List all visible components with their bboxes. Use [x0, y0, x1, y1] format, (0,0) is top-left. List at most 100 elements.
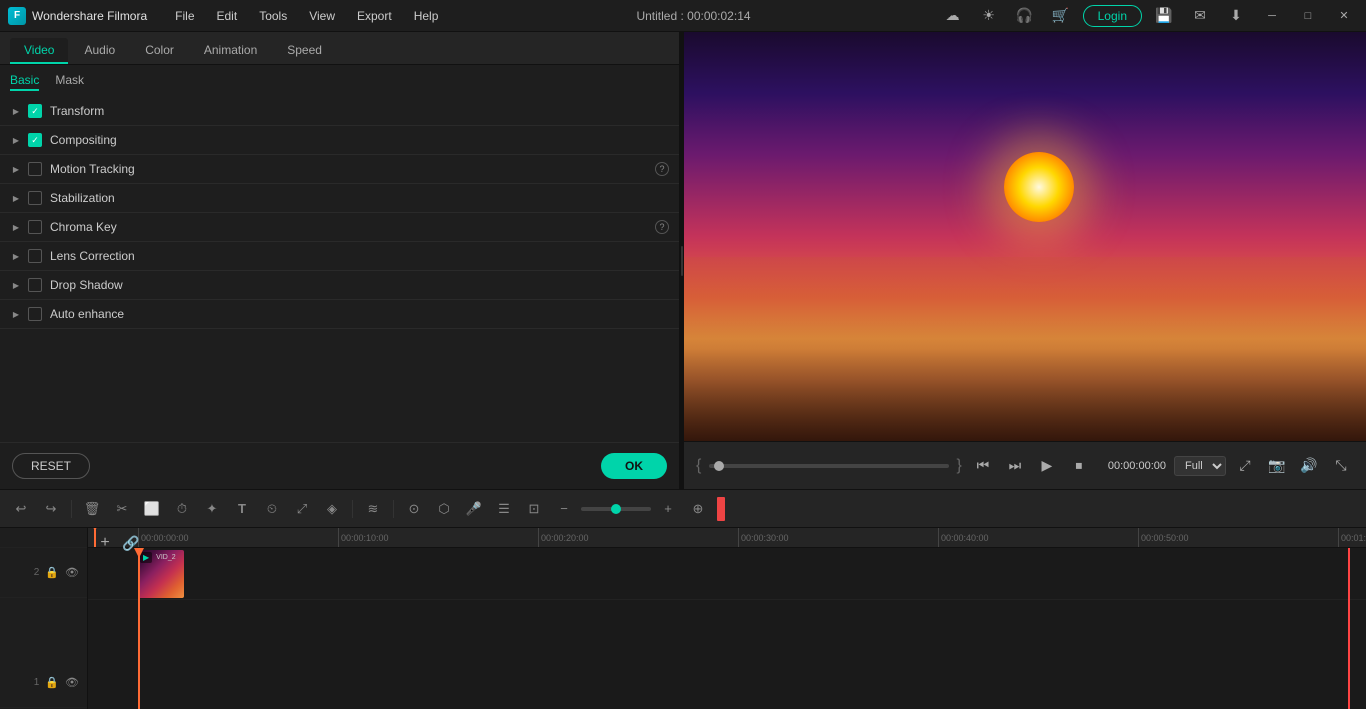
mic-icon[interactable]: 🎤 [461, 496, 487, 522]
delete-button[interactable]: 🗑 [79, 496, 105, 522]
volume-icon[interactable]: 🔊 [1296, 453, 1322, 479]
menu-edit[interactable]: Edit [207, 5, 248, 27]
fullscreen-icon[interactable]: ⤡ [1328, 453, 1354, 479]
checkbox-drop-shadow[interactable] [28, 278, 42, 292]
mail-icon[interactable]: ✉ [1186, 5, 1214, 27]
tab-video[interactable]: Video [10, 38, 68, 64]
label-auto-enhance: Auto enhance [50, 307, 669, 321]
preview-reflection [684, 257, 1366, 441]
zoom-slider[interactable] [581, 507, 651, 511]
checkbox-chroma-key[interactable] [28, 220, 42, 234]
property-lens-correction[interactable]: ▶ Lens Correction [0, 242, 679, 271]
frame-forward-button[interactable]: ⏭ [1002, 453, 1028, 479]
shield-icon[interactable]: ⬡ [431, 496, 457, 522]
menu-view[interactable]: View [299, 5, 345, 27]
ok-button[interactable]: OK [601, 453, 667, 479]
screen-size-icon[interactable]: ⤢ [1232, 453, 1258, 479]
zoom-in-btn[interactable]: + [655, 496, 681, 522]
property-transform[interactable]: ▶ Transform [0, 97, 679, 126]
audio-button[interactable]: ≋ [360, 496, 386, 522]
save-icon[interactable]: 💾 [1150, 5, 1178, 27]
headset-icon[interactable]: 🎧 [1011, 5, 1039, 27]
ruler-spacer [0, 528, 87, 548]
effect-button[interactable]: ✦ [199, 496, 225, 522]
tab-animation[interactable]: Animation [190, 38, 271, 64]
property-motion-tracking[interactable]: ▶ Motion Tracking ? [0, 155, 679, 184]
tab-audio[interactable]: Audio [70, 38, 129, 64]
cut-button[interactable]: ✂ [109, 496, 135, 522]
playhead[interactable] [94, 528, 96, 547]
sun-icon[interactable]: ☀ [975, 5, 1003, 27]
checkbox-compositing[interactable] [28, 133, 42, 147]
snapshot-icon[interactable]: 📷 [1264, 453, 1290, 479]
property-chroma-key[interactable]: ▶ Chroma Key ? [0, 213, 679, 242]
titlebar-left: F Wondershare Filmora File Edit Tools Vi… [8, 5, 448, 27]
tab-speed[interactable]: Speed [273, 38, 336, 64]
help-chroma-key-icon[interactable]: ? [655, 220, 669, 234]
play-button[interactable]: ▶ [1034, 453, 1060, 479]
step-back-button[interactable]: ⏮ [970, 453, 996, 479]
timer-button[interactable]: ⏲ [259, 496, 285, 522]
speed-button[interactable]: ⏱ [169, 496, 195, 522]
add-marker-btn[interactable]: ⊕ [685, 496, 711, 522]
project-title: Untitled : 00:00:02:14 [636, 9, 750, 23]
track-content: + 🔗 00:00:00:00 00:00:10:00 00:00:20:00 … [88, 528, 1366, 709]
menu-help[interactable]: Help [404, 5, 449, 27]
menu-tools[interactable]: Tools [249, 5, 297, 27]
ripple-icon[interactable]: ⊙ [401, 496, 427, 522]
timeline-slider[interactable] [709, 464, 948, 468]
property-compositing[interactable]: ▶ Compositing [0, 126, 679, 155]
panel-buttons: RESET OK [0, 442, 679, 489]
reset-button[interactable]: RESET [12, 453, 90, 479]
track-1-lock-icon[interactable]: 🔒 [45, 676, 59, 689]
scale-button[interactable]: ⤢ [289, 496, 315, 522]
label-lens-correction: Lens Correction [50, 249, 669, 263]
bracket-right-icon[interactable]: } [957, 457, 962, 475]
end-marker-btn[interactable] [717, 497, 725, 521]
property-drop-shadow[interactable]: ▶ Drop Shadow [0, 271, 679, 300]
zoom-out-btn[interactable]: − [551, 496, 577, 522]
menu-export[interactable]: Export [347, 5, 402, 27]
ruler-mark-10: 00:00:10:00 [338, 528, 389, 547]
caption-icon[interactable]: ⊡ [521, 496, 547, 522]
text-button[interactable]: T [229, 496, 255, 522]
checkbox-lens-correction[interactable] [28, 249, 42, 263]
download-icon[interactable]: ⬇ [1222, 5, 1250, 27]
subtitle-icon[interactable]: ☰ [491, 496, 517, 522]
login-button[interactable]: Login [1083, 5, 1142, 27]
zoom-thumb [611, 504, 621, 514]
track-1-eye-icon[interactable]: 👁 [65, 676, 79, 689]
undo-button[interactable]: ↩ [8, 496, 34, 522]
property-auto-enhance[interactable]: ▶ Auto enhance [0, 300, 679, 329]
close-button[interactable]: ✕ [1330, 5, 1358, 27]
sub-tab-mask[interactable]: Mask [55, 71, 84, 91]
track-2-eye-icon[interactable]: 👁 [65, 566, 79, 579]
minimize-button[interactable]: ─ [1258, 5, 1286, 27]
crop-button[interactable]: ⬜ [139, 496, 165, 522]
color-button[interactable]: ◈ [319, 496, 345, 522]
cloud-icon[interactable]: ☁ [939, 5, 967, 27]
maximize-button[interactable]: □ [1294, 5, 1322, 27]
sep-2 [352, 500, 353, 518]
bracket-left-icon[interactable]: { [696, 457, 701, 475]
menu-file[interactable]: File [165, 5, 204, 27]
checkbox-motion-tracking[interactable] [28, 162, 42, 176]
checkbox-transform[interactable] [28, 104, 42, 118]
property-stabilization[interactable]: ▶ Stabilization [0, 184, 679, 213]
checkbox-auto-enhance[interactable] [28, 307, 42, 321]
sub-tab-basic[interactable]: Basic [10, 71, 39, 91]
titlebar: F Wondershare Filmora File Edit Tools Vi… [0, 0, 1366, 32]
checkbox-stabilization[interactable] [28, 191, 42, 205]
tab-color[interactable]: Color [131, 38, 188, 64]
track-labels: 2 🔒 👁 1 🔒 👁 [0, 528, 88, 709]
time-ruler: 00:00:00:00 00:00:10:00 00:00:20:00 00:0… [88, 528, 1366, 548]
quality-select[interactable]: Full 1/2 1/4 [1174, 456, 1226, 476]
help-motion-tracking-icon[interactable]: ? [655, 162, 669, 176]
ruler-mark-40: 00:00:40:00 [938, 528, 989, 547]
stop-button[interactable]: ⏹ [1066, 453, 1092, 479]
track-2-lock-icon[interactable]: 🔒 [45, 566, 59, 579]
cart-icon[interactable]: 🛒 [1047, 5, 1075, 27]
redo-button[interactable]: ↪ [38, 496, 64, 522]
track-2-number: 2 [34, 567, 40, 578]
label-transform: Transform [50, 104, 669, 118]
